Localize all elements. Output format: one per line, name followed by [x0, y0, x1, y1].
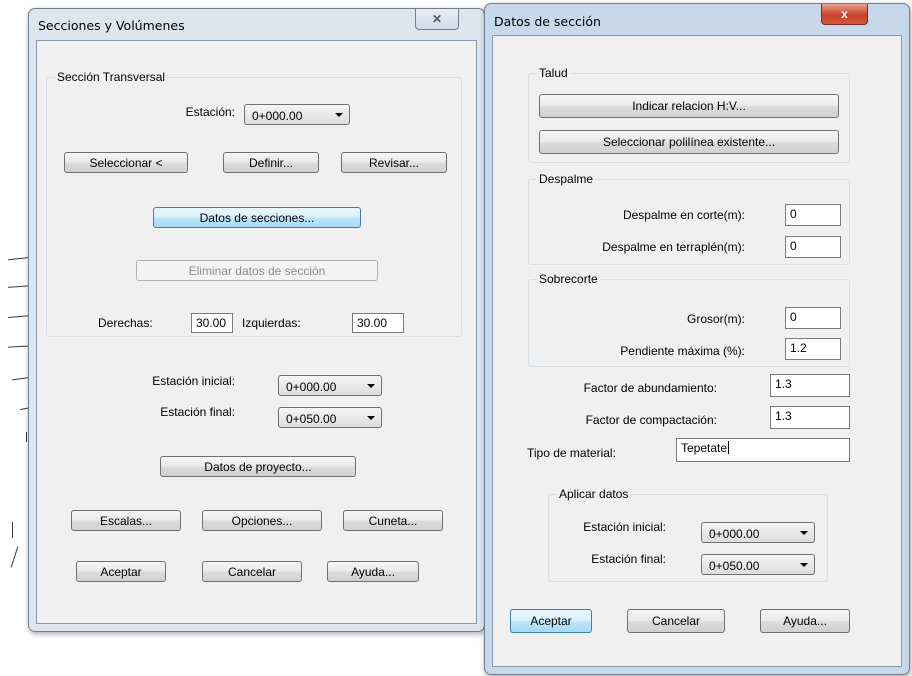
text-caret	[728, 441, 730, 454]
aplicar-estacion-inicial-combo[interactable]: 0+000.00	[701, 522, 815, 543]
chevron-down-icon	[367, 384, 375, 388]
aplicar-estacion-final-combo[interactable]: 0+050.00	[701, 554, 815, 575]
seleccionar-button[interactable]: Seleccionar <	[64, 152, 188, 173]
chevron-down-icon	[800, 531, 808, 535]
cancelar-button[interactable]: Cancelar	[627, 609, 725, 633]
combo-value: 0+050.00	[709, 559, 760, 573]
dialog-client: Talud Indicar relacion H:V... Selecciona…	[492, 35, 902, 667]
estacion-combo[interactable]: 0+000.00	[244, 104, 350, 125]
window-title: Datos de sección	[494, 14, 601, 29]
eliminar-datos-button[interactable]: Eliminar datos de sección	[136, 260, 378, 281]
cad-line	[10, 546, 19, 568]
grosor-input[interactable]: 0	[785, 307, 841, 329]
combo-value: 0+000.00	[709, 527, 760, 541]
cad-line	[12, 522, 13, 538]
group-label: Despalme	[537, 172, 596, 186]
close-button[interactable]: ✕	[415, 9, 459, 30]
seleccionar-polilinea-button[interactable]: Seleccionar polilínea existente...	[539, 130, 839, 154]
opciones-button[interactable]: Opciones...	[202, 510, 322, 531]
title-bar[interactable]: Secciones y Volúmenes ✕	[29, 9, 484, 39]
estacion-inicial-label: Estación inicial:	[152, 374, 235, 388]
derechas-input[interactable]: 30.00	[191, 313, 233, 333]
chevron-down-icon	[367, 416, 375, 420]
revisar-button[interactable]: Revisar...	[341, 152, 447, 173]
tipo-material-value: Tepetate	[681, 441, 728, 455]
indicar-relacion-button[interactable]: Indicar relacion H:V...	[539, 94, 839, 118]
aceptar-button[interactable]: Aceptar	[510, 609, 592, 633]
ayuda-button[interactable]: Ayuda...	[760, 609, 850, 633]
group-label: Aplicar datos	[557, 487, 631, 501]
sobrecorte-group: Sobrecorte Grosor(m): 0 Pendiente máxima…	[528, 272, 850, 367]
combo-value: 0+000.00	[252, 109, 303, 123]
datos-seccion-dialog: Datos de sección x Talud Indicar relacio…	[484, 3, 910, 675]
definir-button[interactable]: Definir...	[223, 152, 319, 173]
cuneta-button[interactable]: Cuneta...	[343, 510, 443, 531]
factor-abundamiento-input[interactable]: 1.3	[770, 374, 850, 397]
seccion-transversal-group: Sección Transversal Estación: 0+000.00 S…	[46, 70, 462, 337]
estacion-label: Estación:	[185, 105, 235, 119]
aceptar-button[interactable]: Aceptar	[76, 561, 166, 582]
factor-abundamiento-label: Factor de abundamiento:	[583, 381, 717, 395]
datos-secciones-button[interactable]: Datos de secciones...	[153, 207, 361, 228]
dialog-client: Sección Transversal Estación: 0+000.00 S…	[36, 40, 477, 624]
chevron-down-icon	[335, 113, 343, 117]
close-icon: ✕	[431, 12, 443, 26]
estacion-inicial-combo[interactable]: 0+000.00	[278, 375, 382, 396]
chevron-down-icon	[800, 563, 808, 567]
close-icon: x	[841, 7, 848, 21]
cad-line	[26, 432, 27, 442]
despalme-corte-label: Despalme en corte(m):	[622, 208, 745, 222]
factor-compactacion-label: Factor de compactación:	[585, 413, 717, 427]
window-title: Secciones y Volúmenes	[38, 18, 185, 33]
combo-value: 0+000.00	[286, 380, 337, 394]
tipo-material-input[interactable]: Tepetate	[676, 438, 850, 462]
aplicar-estacion-final-label: Estación final:	[591, 552, 666, 566]
despalme-terraplen-input[interactable]: 0	[785, 236, 841, 258]
despalme-terraplen-label: Despalme en terraplén(m):	[602, 240, 745, 254]
estacion-final-combo[interactable]: 0+050.00	[278, 407, 382, 428]
combo-value: 0+050.00	[286, 412, 337, 426]
ayuda-button[interactable]: Ayuda...	[327, 561, 419, 582]
derechas-label: Derechas:	[98, 316, 153, 330]
title-bar[interactable]: Datos de sección x	[485, 4, 909, 34]
estacion-final-label: Estación final:	[160, 405, 235, 419]
tipo-material-label: Tipo de material:	[527, 446, 616, 460]
close-button[interactable]: x	[821, 4, 868, 25]
group-label: Sección Transversal	[55, 70, 168, 84]
pendiente-maxima-input[interactable]: 1.2	[785, 338, 841, 360]
despalme-group: Despalme Despalme en corte(m): 0 Despalm…	[528, 172, 850, 265]
cancelar-button[interactable]: Cancelar	[202, 561, 302, 582]
despalme-corte-input[interactable]: 0	[785, 204, 841, 226]
group-label: Sobrecorte	[537, 272, 600, 286]
escalas-button[interactable]: Escalas...	[71, 510, 181, 531]
pendiente-maxima-label: Pendiente máxima (%):	[620, 344, 745, 358]
group-label: Talud	[537, 66, 570, 80]
grosor-label: Grosor(m):	[687, 312, 745, 326]
aplicar-estacion-inicial-label: Estación inicial:	[583, 520, 666, 534]
izquierdas-label: Izquierdas:	[242, 316, 301, 330]
talud-group: Talud Indicar relacion H:V... Selecciona…	[528, 66, 850, 163]
datos-proyecto-button[interactable]: Datos de proyecto...	[160, 456, 356, 477]
izquierdas-input[interactable]: 30.00	[352, 313, 404, 333]
factor-compactacion-input[interactable]: 1.3	[770, 406, 850, 429]
secciones-volumenes-dialog: Secciones y Volúmenes ✕ Sección Transver…	[28, 8, 485, 632]
aplicar-datos-group: Aplicar datos Estación inicial: 0+000.00…	[548, 487, 828, 582]
